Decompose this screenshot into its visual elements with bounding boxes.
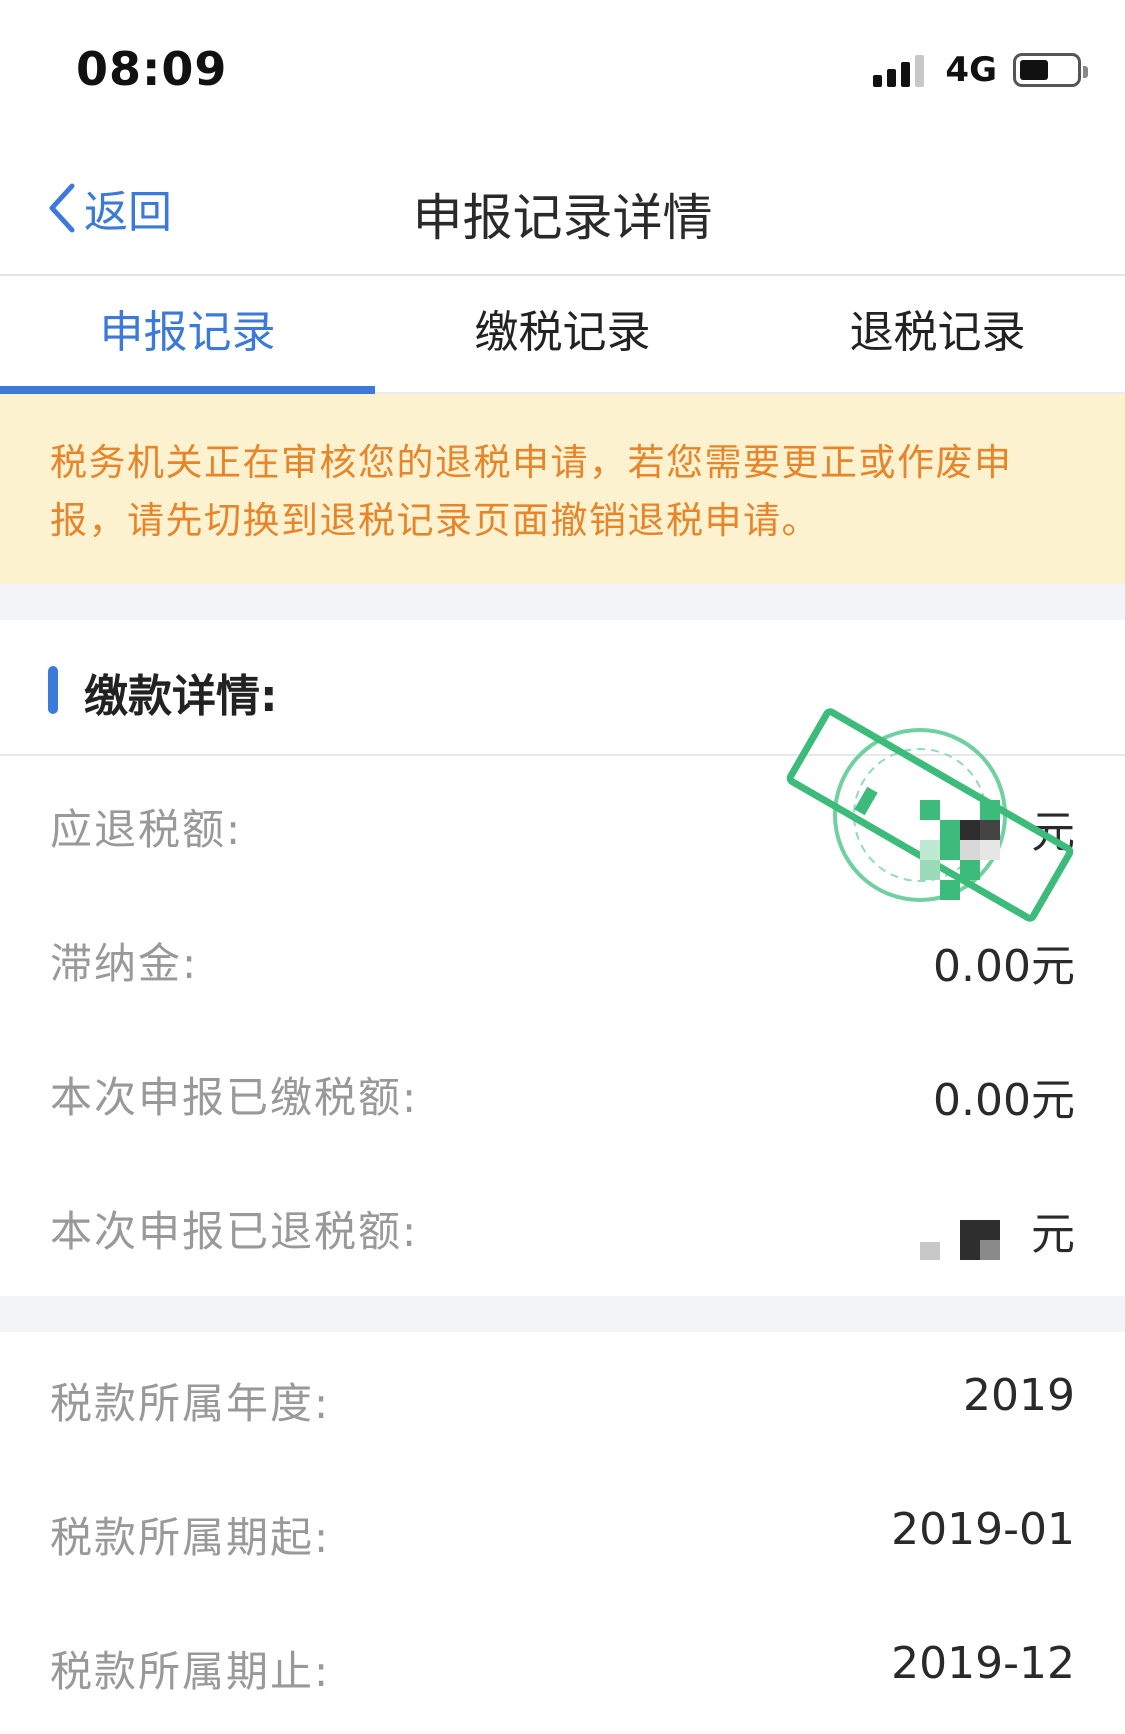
- detail-row-paid-tax: 本次申报已缴税额: 0.00元: [0, 1026, 1125, 1160]
- section-title: 缴款详情:: [84, 671, 278, 722]
- row-label: 税款所属期止:: [50, 1647, 331, 1696]
- notice-text: 税务机关正在审核您的退税申请，若您需要更正或作废申报，请先切换到退税记录页面撤销…: [50, 441, 1013, 542]
- detail-row-tax-year: 税款所属年度: 2019: [0, 1332, 1125, 1466]
- status-indicators: 4G: [873, 50, 1088, 90]
- notice-banner: 税务机关正在审核您的退税申请，若您需要更正或作废申报，请先切换到退税记录页面撤销…: [0, 394, 1125, 584]
- tab-payment-records[interactable]: 缴税记录: [375, 278, 750, 392]
- row-value: 2019-01: [891, 1504, 1075, 1555]
- row-label: 本次申报已退税额:: [50, 1207, 419, 1256]
- row-value: 0.00元: [933, 1075, 1075, 1126]
- row-label: 滞纳金:: [50, 939, 199, 988]
- tab-refund-records[interactable]: 退税记录: [750, 278, 1125, 392]
- row-label: 应退税额:: [50, 805, 243, 854]
- row-label: 本次申报已缴税额:: [50, 1073, 419, 1122]
- row-label: 税款所属期起:: [50, 1513, 331, 1562]
- tab-bar: 申报记录 缴税记录 退税记录: [0, 278, 1125, 394]
- battery-icon: [1013, 53, 1088, 87]
- page-title: 申报记录详情: [412, 189, 713, 247]
- row-value: 2019: [963, 1370, 1075, 1421]
- nav-bar: 返回 申报记录详情: [0, 140, 1125, 276]
- detail-row-period-end: 税款所属期止: 2019-12: [0, 1600, 1125, 1734]
- tab-declaration-records[interactable]: 申报记录: [0, 278, 375, 394]
- row-value: 2019-12: [891, 1638, 1075, 1689]
- status-time: 08:09: [76, 42, 228, 96]
- signal-icon: [873, 53, 929, 87]
- redacted-value: [920, 1220, 1000, 1260]
- row-label: 税款所属年度:: [50, 1379, 331, 1428]
- network-label: 4G: [945, 50, 997, 90]
- section-marker: [48, 666, 58, 714]
- status-bar: 08:09 4G: [0, 0, 1125, 140]
- section-gap: [0, 584, 1125, 620]
- section-gap: [0, 1296, 1125, 1332]
- row-value: 元: [1031, 1209, 1075, 1260]
- detail-row-period-start: 税款所属期起: 2019-01: [0, 1466, 1125, 1600]
- stamp-icon: [786, 708, 1074, 922]
